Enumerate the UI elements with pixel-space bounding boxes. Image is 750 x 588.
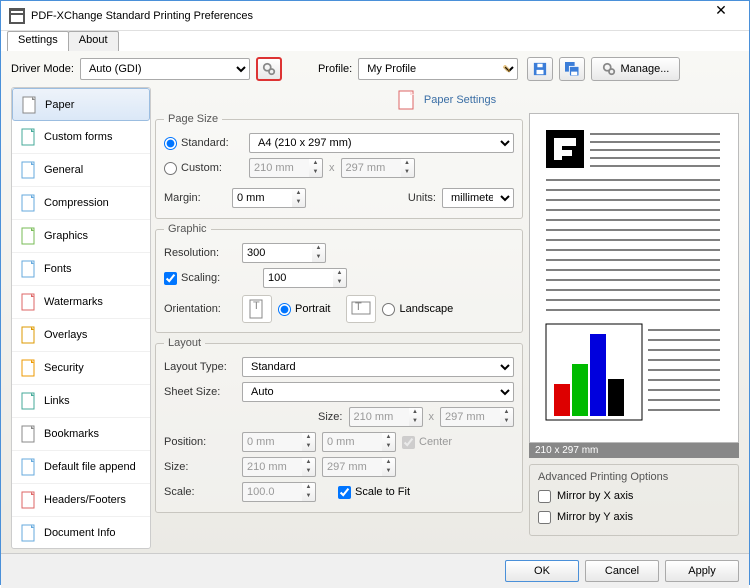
manage-button[interactable]: Manage...	[591, 57, 680, 81]
scale-fit-check[interactable]	[338, 486, 351, 499]
category-icon	[20, 425, 38, 443]
dialog-footer: OK Cancel Apply	[1, 553, 749, 588]
profile-label: Profile:	[318, 63, 352, 75]
sidebar-item-document-info[interactable]: Document Info	[12, 517, 150, 549]
resolution-input[interactable]	[242, 243, 312, 263]
category-icon	[20, 260, 38, 278]
standard-size-select[interactable]: A4 (210 x 297 mm)	[249, 133, 514, 153]
size-h[interactable]	[322, 457, 382, 477]
category-sidebar: PaperCustom formsGeneralCompressionGraph…	[11, 87, 151, 549]
category-icon	[20, 293, 38, 311]
mirror-y-check[interactable]	[538, 511, 551, 524]
tab-settings[interactable]: Settings	[7, 31, 69, 51]
sidebar-item-bookmarks[interactable]: Bookmarks	[12, 418, 150, 451]
portrait-icon: T	[242, 295, 272, 323]
units-select[interactable]: millimeter	[442, 188, 514, 208]
edit-profile-icon[interactable]: ✎	[502, 63, 511, 76]
tab-bar: Settings About	[1, 31, 749, 51]
driver-mode-gear-button[interactable]	[256, 57, 282, 81]
panel-header: Paper Settings	[155, 87, 739, 113]
clone-profile-button[interactable]	[559, 57, 585, 81]
page-preview	[529, 113, 739, 443]
preview-caption: 210 x 297 mm	[529, 443, 739, 458]
save-profile-button[interactable]	[527, 57, 553, 81]
graphic-group: Graphic Resolution: ▲▼ Scaling: ▲▼ Orien…	[155, 223, 523, 333]
window-title: PDF-XChange Standard Printing Preference…	[31, 10, 701, 22]
cancel-button[interactable]: Cancel	[585, 560, 659, 582]
sheet-w[interactable]	[349, 407, 409, 427]
mirror-x-check[interactable]	[538, 490, 551, 503]
category-icon	[20, 161, 38, 179]
pos-x[interactable]	[242, 432, 302, 452]
sheet-size-select[interactable]: Auto	[242, 382, 514, 402]
landscape-icon: T	[346, 295, 376, 323]
sidebar-item-default-file-append[interactable]: Default file append	[12, 451, 150, 484]
titlebar: PDF-XChange Standard Printing Preference…	[1, 1, 749, 31]
portrait-radio[interactable]	[278, 303, 291, 316]
category-icon	[20, 194, 38, 212]
category-icon	[20, 491, 38, 509]
svg-text:T: T	[355, 301, 362, 313]
custom-height[interactable]	[341, 158, 401, 178]
svg-text:T: T	[253, 300, 260, 312]
scaling-check[interactable]	[164, 272, 177, 285]
center-check	[402, 436, 415, 449]
sidebar-item-fonts[interactable]: Fonts	[12, 253, 150, 286]
sidebar-item-security[interactable]: Security	[12, 352, 150, 385]
layout-group: Layout Layout Type: Standard Sheet Size:…	[155, 337, 523, 513]
profile-select[interactable]: My Profile	[358, 58, 518, 80]
gears-icon	[262, 62, 276, 76]
category-icon	[20, 359, 38, 377]
sidebar-item-watermarks[interactable]: Watermarks	[12, 286, 150, 319]
scaling-input[interactable]	[263, 268, 333, 288]
disk-copy-icon	[565, 62, 579, 76]
apply-button[interactable]: Apply	[665, 560, 739, 582]
size-w[interactable]	[242, 457, 302, 477]
ok-button[interactable]: OK	[505, 560, 579, 582]
custom-radio[interactable]	[164, 162, 177, 175]
sidebar-item-general[interactable]: General	[12, 154, 150, 187]
custom-width[interactable]	[249, 158, 309, 178]
category-icon	[20, 392, 38, 410]
sidebar-item-paper[interactable]: Paper	[12, 88, 150, 121]
sidebar-item-headers-footers[interactable]: Headers/Footers	[12, 484, 150, 517]
scale-input[interactable]	[242, 482, 302, 502]
sidebar-item-links[interactable]: Links	[12, 385, 150, 418]
paper-icon	[398, 90, 416, 110]
category-icon	[20, 128, 38, 146]
tab-about[interactable]: About	[68, 31, 119, 51]
sheet-h[interactable]	[440, 407, 500, 427]
category-icon	[20, 326, 38, 344]
sidebar-item-compression[interactable]: Compression	[12, 187, 150, 220]
disk-icon	[533, 62, 547, 76]
sidebar-item-custom-forms[interactable]: Custom forms	[12, 121, 150, 154]
pos-y[interactable]	[322, 432, 382, 452]
driver-mode-select[interactable]: Auto (GDI)	[80, 58, 250, 80]
margin-input[interactable]	[232, 188, 292, 208]
advanced-options-group: Advanced Printing Options Mirror by X ax…	[529, 464, 739, 536]
standard-radio[interactable]	[164, 137, 177, 150]
layout-type-select[interactable]: Standard	[242, 357, 514, 377]
sidebar-item-overlays[interactable]: Overlays	[12, 319, 150, 352]
page-size-group: Page Size Standard: A4 (210 x 297 mm) Cu…	[155, 113, 523, 219]
category-icon	[20, 524, 38, 542]
category-icon	[21, 96, 39, 114]
driver-mode-label: Driver Mode:	[11, 63, 74, 75]
gears-icon	[602, 62, 616, 76]
top-row: Driver Mode: Auto (GDI) Profile: My Prof…	[11, 57, 739, 81]
close-button[interactable]: ✕	[701, 2, 741, 30]
sidebar-item-graphics[interactable]: Graphics	[12, 220, 150, 253]
category-icon	[20, 458, 38, 476]
category-icon	[20, 227, 38, 245]
landscape-radio[interactable]	[382, 303, 395, 316]
app-icon	[9, 8, 25, 24]
